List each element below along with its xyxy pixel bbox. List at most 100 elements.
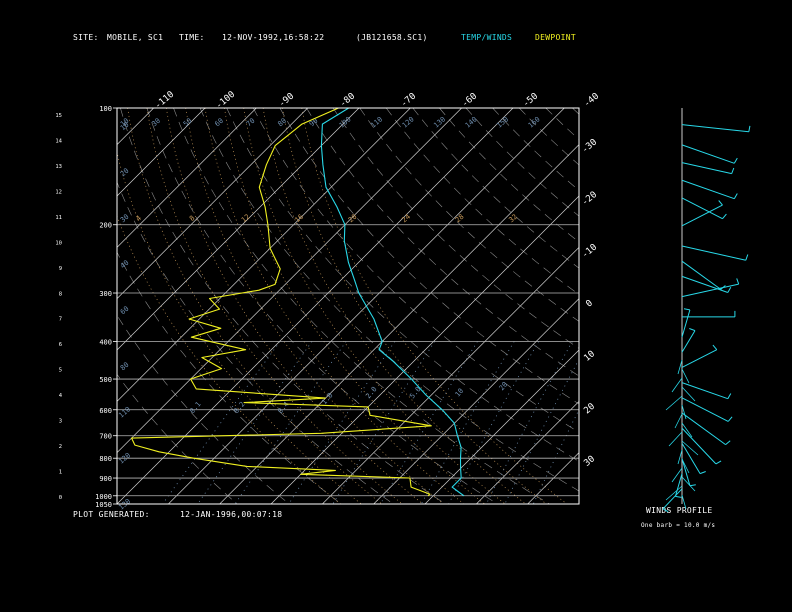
isotherm-right-label: 0 <box>584 298 595 309</box>
wind-barb-feather <box>722 213 727 220</box>
dry-adiabat-line <box>412 108 579 269</box>
height-km-label: 13 <box>55 164 62 170</box>
adiabat-left-label: 80 <box>119 361 131 373</box>
isotherm-line <box>373 298 579 504</box>
moist-adiabat-line <box>165 108 424 504</box>
wind-barb <box>681 412 726 446</box>
mixing-ratio-lines <box>162 341 579 504</box>
dry-adiabat-line <box>359 108 579 322</box>
wind-barb <box>681 124 749 133</box>
wind-barb-feather <box>748 125 751 132</box>
wind-barb-feather <box>689 484 696 487</box>
wind-barb-low <box>677 359 683 375</box>
skewt-chart: 1002003004005006007008009001000105001234… <box>0 90 792 513</box>
dry-adiabat-line <box>117 181 394 504</box>
wind-barb-feather <box>745 254 749 261</box>
dry-adiabat-line <box>117 251 342 504</box>
dry-adiabat-line <box>465 108 579 217</box>
isotherm-line <box>270 195 579 504</box>
adiabat-label: 100 <box>338 115 353 129</box>
moist-adiabat-label: 28 <box>454 213 466 225</box>
wind-barb-low <box>671 377 683 393</box>
mixing-ratio-line <box>332 341 436 504</box>
wind-barb-feather <box>727 393 732 399</box>
wind-barb <box>681 260 722 290</box>
adiabat-label: 50 <box>182 117 194 129</box>
wind-barb-low <box>677 449 683 465</box>
mixing-ratio-label: 2.0 <box>364 385 378 400</box>
moist-adiabat-line <box>243 108 506 504</box>
mixing-ratio-line <box>162 341 281 504</box>
axes <box>113 107 117 505</box>
wind-barb-feather <box>727 416 733 422</box>
isotherm-line <box>527 452 579 504</box>
adiabat-label: 150 <box>495 115 510 129</box>
isotherm-top-label: -90 <box>277 91 296 109</box>
moist-adiabat-label: 16 <box>293 213 305 225</box>
dry-adiabat-line <box>705 108 792 504</box>
mixing-ratio-label: 1.0 <box>320 391 334 406</box>
moist-adiabat-label: 24 <box>400 213 412 225</box>
height-km-label: 8 <box>59 291 62 297</box>
mixing-ratio-line <box>379 341 478 504</box>
height-km-label: 14 <box>55 138 62 144</box>
isotherm-line <box>476 400 579 504</box>
adiabat-label: 160 <box>527 115 542 129</box>
height-km-label: 7 <box>59 317 62 323</box>
dry-adiabat-line <box>306 108 579 377</box>
wind-barb-feather <box>733 193 738 199</box>
height-km-label: 6 <box>59 342 62 348</box>
isotherm-line <box>0 108 51 504</box>
adiabat-left-label: 40 <box>119 259 131 271</box>
moist-adiabat-line <box>117 215 341 504</box>
isotherm-lines <box>0 108 579 504</box>
height-km-label: 1 <box>59 470 62 476</box>
wind-barb <box>681 330 696 353</box>
isotherm-line <box>117 108 154 146</box>
moist-adiabat-label: 8 <box>188 214 196 223</box>
wind-barb <box>662 488 683 510</box>
isotherm-line <box>117 108 206 197</box>
isotherm-line <box>0 108 102 504</box>
dry-adiabat-line <box>120 108 446 504</box>
dry-adiabat-line <box>599 108 792 504</box>
moist-adiabat-line <box>282 108 547 504</box>
wind-barb-feather <box>715 460 722 465</box>
dry-adiabat-line <box>732 108 792 504</box>
wind-barb-feather <box>683 308 690 311</box>
wind-barb-low <box>674 413 683 429</box>
isotherm-top-label: -80 <box>338 91 357 109</box>
dry-adiabat-line <box>626 108 792 504</box>
wind-barb-low <box>668 431 683 447</box>
winds-profile <box>662 108 751 513</box>
pressure-tick-label: 200 <box>99 222 112 230</box>
dry-adiabat-line <box>679 108 792 504</box>
adiabat-label: 130 <box>432 115 447 129</box>
mixing-ratio-label: 5.0 <box>408 385 422 400</box>
isotherm-right-label: 10 <box>582 349 597 364</box>
pressure-tick-label: 1050 <box>95 501 112 509</box>
wind-barb <box>681 349 718 368</box>
adiabat-lines <box>117 108 792 504</box>
wind-barb <box>681 144 735 164</box>
plot-frame <box>116 107 580 505</box>
wind-barb <box>681 382 728 400</box>
wind-barb-feather <box>675 495 682 498</box>
moist-adiabat-line <box>301 108 568 504</box>
isotherm-top-label: -40 <box>582 91 601 109</box>
wind-barb <box>681 309 691 338</box>
adiabat-left-label: 20 <box>119 167 131 179</box>
isotherm-line <box>117 108 411 402</box>
dry-adiabat-line <box>253 108 579 433</box>
isotherm-line <box>219 144 579 504</box>
pressure-tick-label: 1000 <box>95 493 112 501</box>
mixing-ratio-label: 0.1 <box>188 400 202 415</box>
wind-barb-feather <box>725 440 731 445</box>
wind-barb-feather <box>699 471 706 475</box>
isotherm-line <box>424 349 579 504</box>
wind-barb-feather <box>731 167 735 174</box>
isotherm-line <box>117 108 308 300</box>
pressure-tick-label: 500 <box>99 376 112 384</box>
pressure-tick-label: 100 <box>99 105 112 113</box>
wind-barb-feather <box>712 344 718 351</box>
